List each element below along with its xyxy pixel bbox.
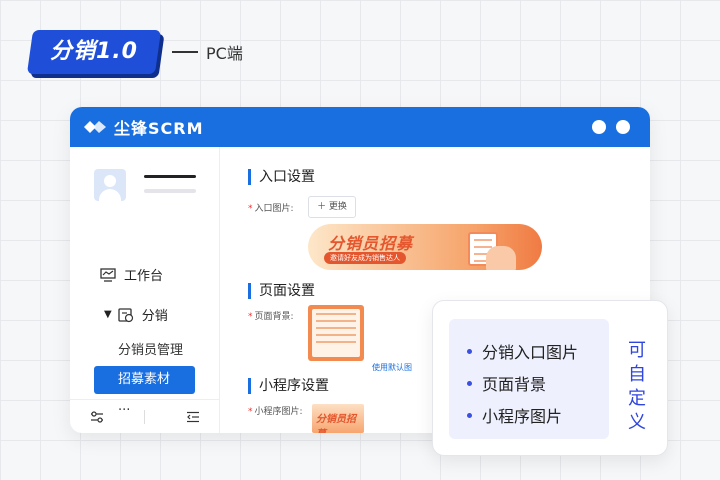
sidebar-item-distribution[interactable]: ▼ 分销 bbox=[104, 305, 168, 324]
callout-item: 分销入口图片 bbox=[467, 335, 609, 367]
entry-banner-image[interactable]: 分销员招募 邀请好友成为销售达人 bbox=[308, 224, 542, 270]
hand-illustration bbox=[486, 246, 516, 270]
window-dot-2[interactable] bbox=[616, 120, 630, 134]
banner-title: 分销员招募 bbox=[328, 234, 414, 253]
entry-image-label-text: 入口图片: bbox=[254, 204, 294, 214]
version-badge-text: 分销1.0 bbox=[50, 39, 138, 64]
window-dot-1[interactable] bbox=[592, 120, 606, 134]
platform-subtitle: PC端 bbox=[172, 40, 243, 64]
callout-item: 页面背景 bbox=[467, 367, 609, 399]
title-bar: 尘锋SCRM bbox=[70, 107, 650, 147]
caret-down-icon: ▼ bbox=[104, 309, 112, 320]
distribution-icon bbox=[118, 307, 133, 322]
sidebar-subitem-distributor-management[interactable]: 分销员管理 bbox=[118, 339, 183, 358]
footer-divider bbox=[144, 409, 146, 424]
section-title-page: 页面设置 bbox=[248, 283, 315, 299]
page-background-thumbnail[interactable] bbox=[308, 305, 364, 361]
sidebar-footer bbox=[70, 399, 220, 433]
callout-list: 分销入口图片 页面背景 小程序图片 bbox=[449, 319, 609, 439]
logo-icon bbox=[84, 121, 106, 133]
callout-item-text: 分销入口图片 bbox=[482, 343, 579, 362]
subtitle-dash bbox=[172, 51, 198, 53]
customizable-label: 可自定义 bbox=[628, 340, 646, 433]
user-info-placeholder bbox=[144, 189, 196, 193]
sidebar-item-label: 工作台 bbox=[124, 269, 164, 284]
sidebar-item-label: 分销 bbox=[141, 309, 168, 324]
collapse-menu-icon[interactable] bbox=[186, 411, 200, 423]
monitor-icon bbox=[100, 267, 116, 282]
subtitle-text: PC端 bbox=[206, 44, 243, 63]
callout-item-text: 小程序图片 bbox=[482, 407, 563, 426]
user-name-placeholder bbox=[144, 175, 196, 178]
required-mark: * bbox=[248, 204, 253, 214]
change-image-button[interactable]: ＋ 更换 bbox=[308, 196, 356, 218]
section-title-entry: 入口设置 bbox=[248, 169, 315, 185]
callout-item: 小程序图片 bbox=[467, 399, 609, 431]
banner-subtitle: 邀请好友成为销售达人 bbox=[324, 252, 406, 264]
settings-sliders-icon[interactable] bbox=[90, 410, 104, 423]
page-bg-label-text: 页面背景: bbox=[254, 312, 294, 322]
required-mark: * bbox=[248, 407, 253, 417]
brand-name: 尘锋SCRM bbox=[114, 119, 204, 138]
version-badge: 分销1.0 bbox=[26, 30, 162, 74]
callout-item-text: 页面背景 bbox=[482, 375, 547, 394]
miniprogram-image-thumbnail[interactable]: 分销员招募 bbox=[312, 404, 364, 433]
sidebar-subitem-recruit-material[interactable]: 招募素材 bbox=[94, 366, 195, 394]
section-title-miniprogram: 小程序设置 bbox=[248, 378, 329, 394]
avatar[interactable] bbox=[94, 169, 126, 201]
mini-thumb-text: 分销员招募 bbox=[316, 414, 356, 433]
sidebar-item-workbench[interactable]: 工作台 bbox=[100, 265, 163, 284]
required-mark: * bbox=[248, 312, 253, 322]
page-bg-label: * 页面背景: bbox=[248, 309, 294, 322]
miniprogram-image-label: * 小程序图片: bbox=[248, 404, 303, 417]
window-controls bbox=[592, 120, 630, 134]
use-default-link[interactable]: 使用默认图 bbox=[372, 362, 412, 373]
miniprogram-image-label-text: 小程序图片: bbox=[254, 407, 303, 417]
sidebar: 工作台 ▼ 分销 分销员管理 招募素材 ... bbox=[70, 147, 220, 433]
entry-image-label: * 入口图片: bbox=[248, 201, 294, 214]
feature-callout: 分销入口图片 页面背景 小程序图片 可自定义 bbox=[432, 300, 668, 456]
